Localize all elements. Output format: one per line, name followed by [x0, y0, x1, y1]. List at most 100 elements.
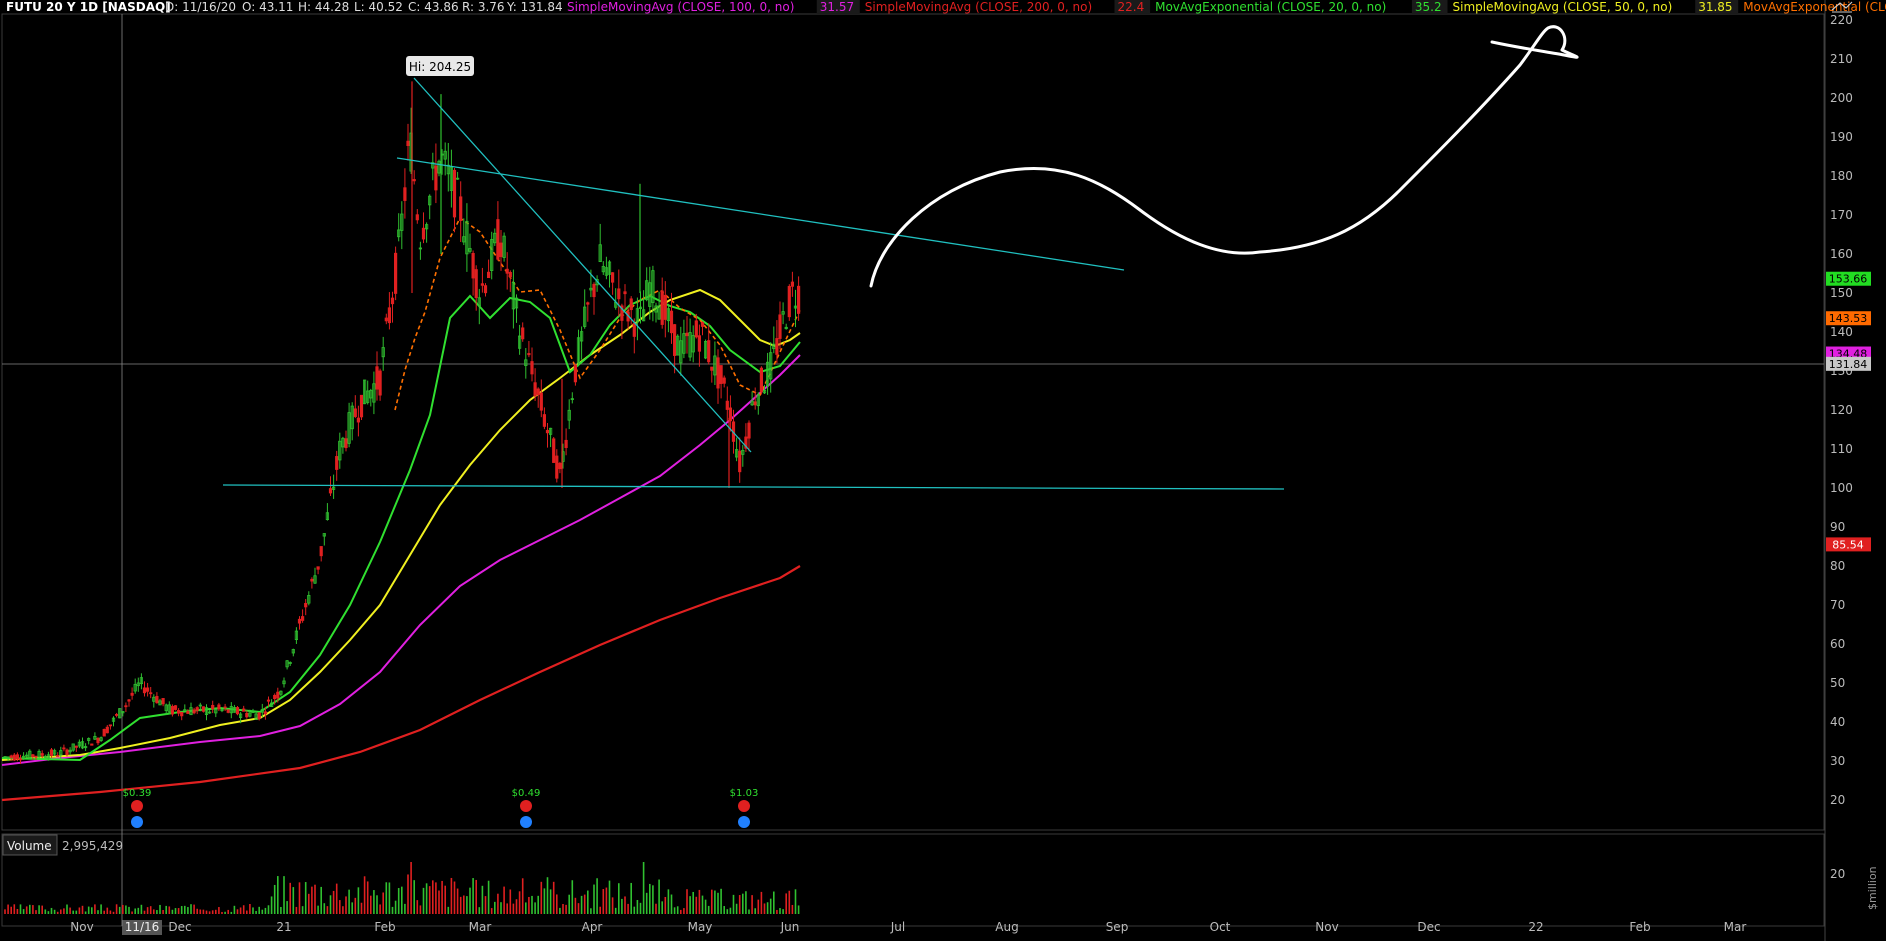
candle[interactable] [738, 437, 742, 483]
price-axis[interactable]: 2202102001901801701601501401301201101009… [1830, 13, 1853, 807]
candle[interactable] [393, 246, 398, 301]
candle[interactable] [508, 270, 512, 292]
candle[interactable] [192, 707, 196, 715]
candle[interactable] [245, 710, 249, 719]
candle[interactable] [660, 277, 664, 329]
candle[interactable] [242, 705, 246, 712]
candle[interactable] [366, 380, 370, 405]
candle[interactable] [716, 349, 720, 404]
candle[interactable] [586, 301, 590, 322]
candle[interactable] [353, 395, 357, 419]
trendline-support[interactable] [222, 484, 1285, 490]
candle[interactable] [207, 710, 212, 714]
candle[interactable] [580, 326, 584, 360]
candle[interactable] [71, 743, 75, 752]
candle[interactable] [77, 739, 81, 749]
candle[interactable] [719, 365, 723, 399]
candle[interactable] [449, 149, 454, 208]
candle[interactable] [87, 737, 91, 745]
candle[interactable] [232, 704, 236, 713]
candle[interactable] [43, 754, 47, 759]
candle[interactable] [269, 699, 274, 707]
candle[interactable] [502, 232, 506, 262]
candle[interactable] [635, 297, 640, 341]
candle[interactable] [564, 428, 568, 456]
candle[interactable] [704, 339, 708, 360]
candle[interactable] [186, 709, 190, 714]
candle[interactable] [424, 222, 429, 243]
trendline-descending[interactable] [413, 77, 752, 453]
dividend-marker[interactable]: $0.39 [123, 788, 152, 828]
candle[interactable] [676, 334, 680, 356]
study-label[interactable]: MovAvgExponential (CLOSE, 8,... [1743, 0, 1886, 14]
candle[interactable] [90, 743, 94, 746]
candle[interactable] [68, 747, 72, 756]
candle[interactable] [195, 706, 199, 715]
candle[interactable] [452, 168, 457, 233]
candle[interactable] [496, 201, 500, 261]
candle[interactable] [130, 687, 134, 700]
candle[interactable] [514, 294, 519, 323]
candle[interactable] [297, 616, 302, 630]
candle[interactable] [37, 749, 41, 758]
candle[interactable] [335, 450, 339, 481]
candle[interactable] [793, 289, 798, 328]
candle[interactable] [691, 325, 695, 363]
candle[interactable] [310, 577, 314, 589]
candle[interactable] [697, 324, 702, 367]
candle[interactable] [521, 322, 525, 342]
candle[interactable] [601, 261, 605, 275]
dividend-markers[interactable]: $0.39 $0.49 $1.03 [123, 788, 759, 828]
earnings-icon[interactable] [131, 800, 143, 812]
candle[interactable] [490, 231, 494, 280]
candle[interactable] [797, 276, 801, 321]
candle[interactable] [390, 291, 395, 323]
candle[interactable] [99, 736, 103, 743]
candle[interactable] [784, 323, 788, 330]
info-icon[interactable] [520, 816, 532, 828]
candle[interactable] [111, 716, 116, 727]
candle[interactable] [28, 749, 32, 760]
candle[interactable] [223, 703, 227, 712]
candle[interactable] [118, 708, 122, 719]
candle[interactable] [617, 269, 621, 317]
candle[interactable] [285, 660, 289, 670]
candle[interactable] [614, 288, 618, 310]
candle[interactable] [651, 265, 655, 322]
candle[interactable] [136, 677, 140, 692]
candle[interactable] [741, 444, 745, 467]
candle[interactable] [145, 682, 150, 697]
candle[interactable] [155, 692, 159, 704]
candle[interactable] [778, 301, 782, 350]
candle[interactable] [80, 737, 85, 750]
candle[interactable] [338, 432, 342, 469]
candle[interactable] [431, 152, 435, 181]
candle[interactable] [549, 427, 553, 448]
candle[interactable] [102, 728, 106, 737]
dividend-marker[interactable]: $1.03 [730, 788, 759, 828]
candle[interactable] [462, 218, 466, 246]
candle[interactable] [152, 694, 156, 708]
candle[interactable] [756, 392, 760, 415]
candle[interactable] [356, 405, 361, 437]
candle[interactable] [105, 725, 109, 734]
candle[interactable] [421, 212, 426, 244]
candle[interactable] [685, 315, 689, 354]
candle[interactable] [300, 609, 305, 623]
candle[interactable] [139, 673, 143, 690]
candle[interactable] [167, 701, 171, 715]
candle[interactable] [406, 123, 410, 161]
candle[interactable] [700, 321, 705, 336]
candle[interactable] [682, 319, 686, 359]
candle[interactable] [217, 702, 221, 711]
study-label[interactable]: SimpleMovingAvg (CLOSE, 200, 0, no) [865, 0, 1092, 14]
candle[interactable] [443, 142, 447, 176]
candle[interactable] [12, 752, 16, 762]
candle[interactable] [149, 686, 153, 699]
candle[interactable] [623, 284, 627, 310]
candle[interactable] [459, 181, 463, 243]
candle[interactable] [62, 744, 66, 752]
candle[interactable] [325, 503, 330, 521]
candle[interactable] [583, 289, 587, 329]
candle[interactable] [319, 546, 323, 562]
